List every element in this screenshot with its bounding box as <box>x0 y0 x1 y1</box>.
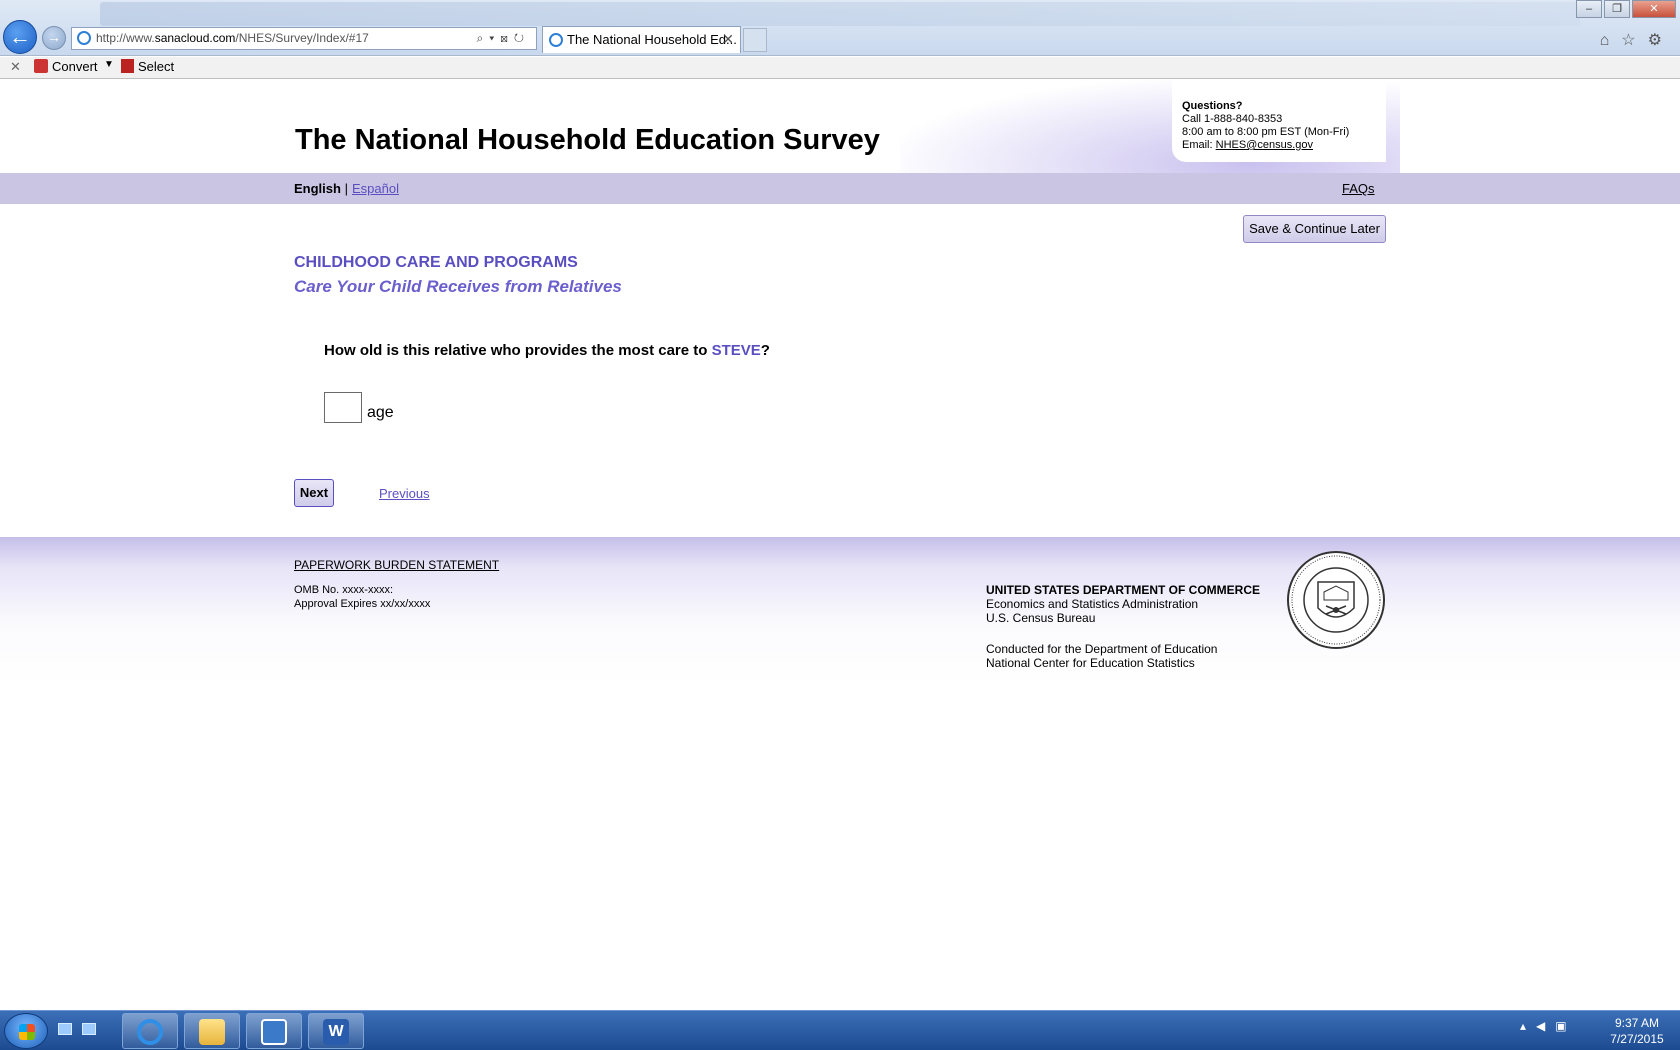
folder-icon <box>199 1019 225 1045</box>
clock-date: 7/27/2015 <box>1610 1032 1664 1046</box>
esa-name: Economics and Statistics Administration <box>986 597 1199 611</box>
show-desktop-icon[interactable] <box>58 1023 72 1035</box>
minimize-button[interactable]: – <box>1576 0 1602 18</box>
language-espanol-link[interactable]: Español <box>352 181 399 196</box>
browser-chrome: ← → http://www.sanacloud.com/NHES/Survey… <box>0 0 1680 56</box>
convert-button[interactable]: Convert <box>34 59 98 74</box>
previous-link[interactable]: Previous <box>379 486 430 501</box>
word-icon[interactable]: W <box>308 1013 364 1049</box>
approval-expires: Approval Expires xx/xx/xxxx <box>294 598 431 610</box>
lync-logo <box>261 1019 287 1045</box>
question-suffix: ? <box>760 342 770 359</box>
clock-time: 9:37 AM <box>1614 1016 1660 1030</box>
taskbar-ie-icon[interactable] <box>122 1013 178 1049</box>
questions-heading: Questions? <box>1182 100 1243 112</box>
convert-label: Convert <box>52 59 98 74</box>
child-name: STEVE <box>711 342 761 359</box>
forward-arrow-icon[interactable]: → <box>42 26 66 50</box>
census-seal <box>1287 551 1385 649</box>
chevron-down-icon[interactable]: ▼ <box>104 59 114 70</box>
conducted-line-2: National Center for Education Statistics <box>986 656 1195 670</box>
email-prefix: Email: <box>1182 139 1216 151</box>
question-prefix: How old is this relative who provides th… <box>324 342 712 359</box>
save-continue-later-button[interactable]: Save & Continue Later <box>1243 215 1386 243</box>
department-name: UNITED STATES DEPARTMENT OF COMMERCE <box>986 583 1260 597</box>
phone-line: Call 1-888-840-8353 <box>1182 113 1283 125</box>
word-logo: W <box>323 1019 349 1045</box>
bureau-name: U.S. Census Bureau <box>986 611 1096 625</box>
age-label: age <box>367 404 394 421</box>
taskbar-clock[interactable]: 9:37 AM 7/27/2015 <box>1602 1015 1672 1047</box>
pdf-select-icon <box>121 59 134 73</box>
ie-icon <box>77 31 91 45</box>
page-content: The National Household Education Survey … <box>0 80 1680 1010</box>
close-tab-icon[interactable]: ✕ <box>722 27 734 52</box>
hours-line: 8:00 am to 8:00 pm EST (Mon-Fri) <box>1182 126 1350 138</box>
window-title-bar <box>100 2 1580 26</box>
window-controls: – ❐ ✕ <box>1576 0 1676 18</box>
windows-taskbar: W ▴◀▣ 9:37 AM 7/27/2015 <box>0 1010 1680 1050</box>
faqs-link[interactable]: FAQs <box>1342 181 1375 196</box>
url-prefix: http://www. <box>96 31 155 45</box>
omb-number: OMB No. xxxx-xxxx: <box>294 584 394 596</box>
address-bar[interactable]: http://www.sanacloud.com/NHES/Survey/Ind… <box>71 27 537 50</box>
ie-icon <box>137 1019 163 1045</box>
email-link[interactable]: NHES@census.gov <box>1216 139 1313 151</box>
system-tray[interactable]: ▴◀▣ <box>1520 1019 1577 1033</box>
browser-tab-active[interactable]: The National Household Ed... ✕ <box>542 26 741 53</box>
subsection-title: Care Your Child Receives from Relatives <box>294 277 622 296</box>
select-label: Select <box>138 59 175 74</box>
search-icon[interactable]: ⌕▾⊠↻ <box>476 28 530 49</box>
home-icon[interactable]: ⌂☆⚙ <box>1600 30 1674 50</box>
conducted-line-1: Conducted for the Department of Educatio… <box>986 642 1218 656</box>
department-info: UNITED STATES DEPARTMENT OF COMMERCE Eco… <box>986 583 1260 625</box>
omb-info: OMB No. xxxx-xxxx: Approval Expires xx/x… <box>294 583 430 611</box>
ie-icon <box>549 33 563 47</box>
back-arrow-icon[interactable]: ← <box>3 20 37 54</box>
age-input[interactable] <box>324 392 362 423</box>
select-button[interactable]: Select <box>121 59 174 74</box>
command-bar: ✕ Convert ▼ Select <box>0 57 1680 79</box>
language-english: English | <box>294 181 348 196</box>
new-tab-button[interactable] <box>743 28 767 52</box>
site-title: The National Household Education Survey <box>295 124 880 156</box>
restore-button[interactable]: ❐ <box>1604 0 1630 18</box>
url-path: /NHES/Survey/Index/#17 <box>235 31 369 45</box>
english-label: English <box>294 181 341 196</box>
tab-title: The National Household Ed... <box>567 32 737 47</box>
close-toolbar-icon[interactable]: ✕ <box>10 59 21 75</box>
switch-windows-icon[interactable] <box>82 1023 96 1035</box>
language-bar: English | Español FAQs <box>0 173 1680 204</box>
paperwork-burden-link[interactable]: PAPERWORK BURDEN STATEMENT <box>294 558 499 572</box>
section-title: CHILDHOOD CARE AND PROGRAMS <box>294 254 578 271</box>
file-explorer-icon[interactable] <box>184 1013 240 1049</box>
close-window-button[interactable]: ✕ <box>1632 0 1676 18</box>
next-button[interactable]: Next <box>294 479 334 507</box>
language-separator: | <box>344 181 348 196</box>
site-header: The National Household Education Survey … <box>0 80 1680 173</box>
pdf-convert-icon <box>34 59 48 73</box>
site-footer: PAPERWORK BURDEN STATEMENT OMB No. xxxx-… <box>0 537 1680 687</box>
conducted-for: Conducted for the Department of Educatio… <box>986 642 1217 670</box>
contact-box: Questions? Call 1-888-840-8353 8:00 am t… <box>1172 80 1386 162</box>
lync-icon[interactable] <box>246 1013 302 1049</box>
question-text: How old is this relative who provides th… <box>324 342 770 359</box>
windows-logo <box>19 1024 35 1040</box>
windows-start-icon[interactable] <box>4 1013 48 1049</box>
url-domain: sanacloud.com <box>154 31 236 45</box>
